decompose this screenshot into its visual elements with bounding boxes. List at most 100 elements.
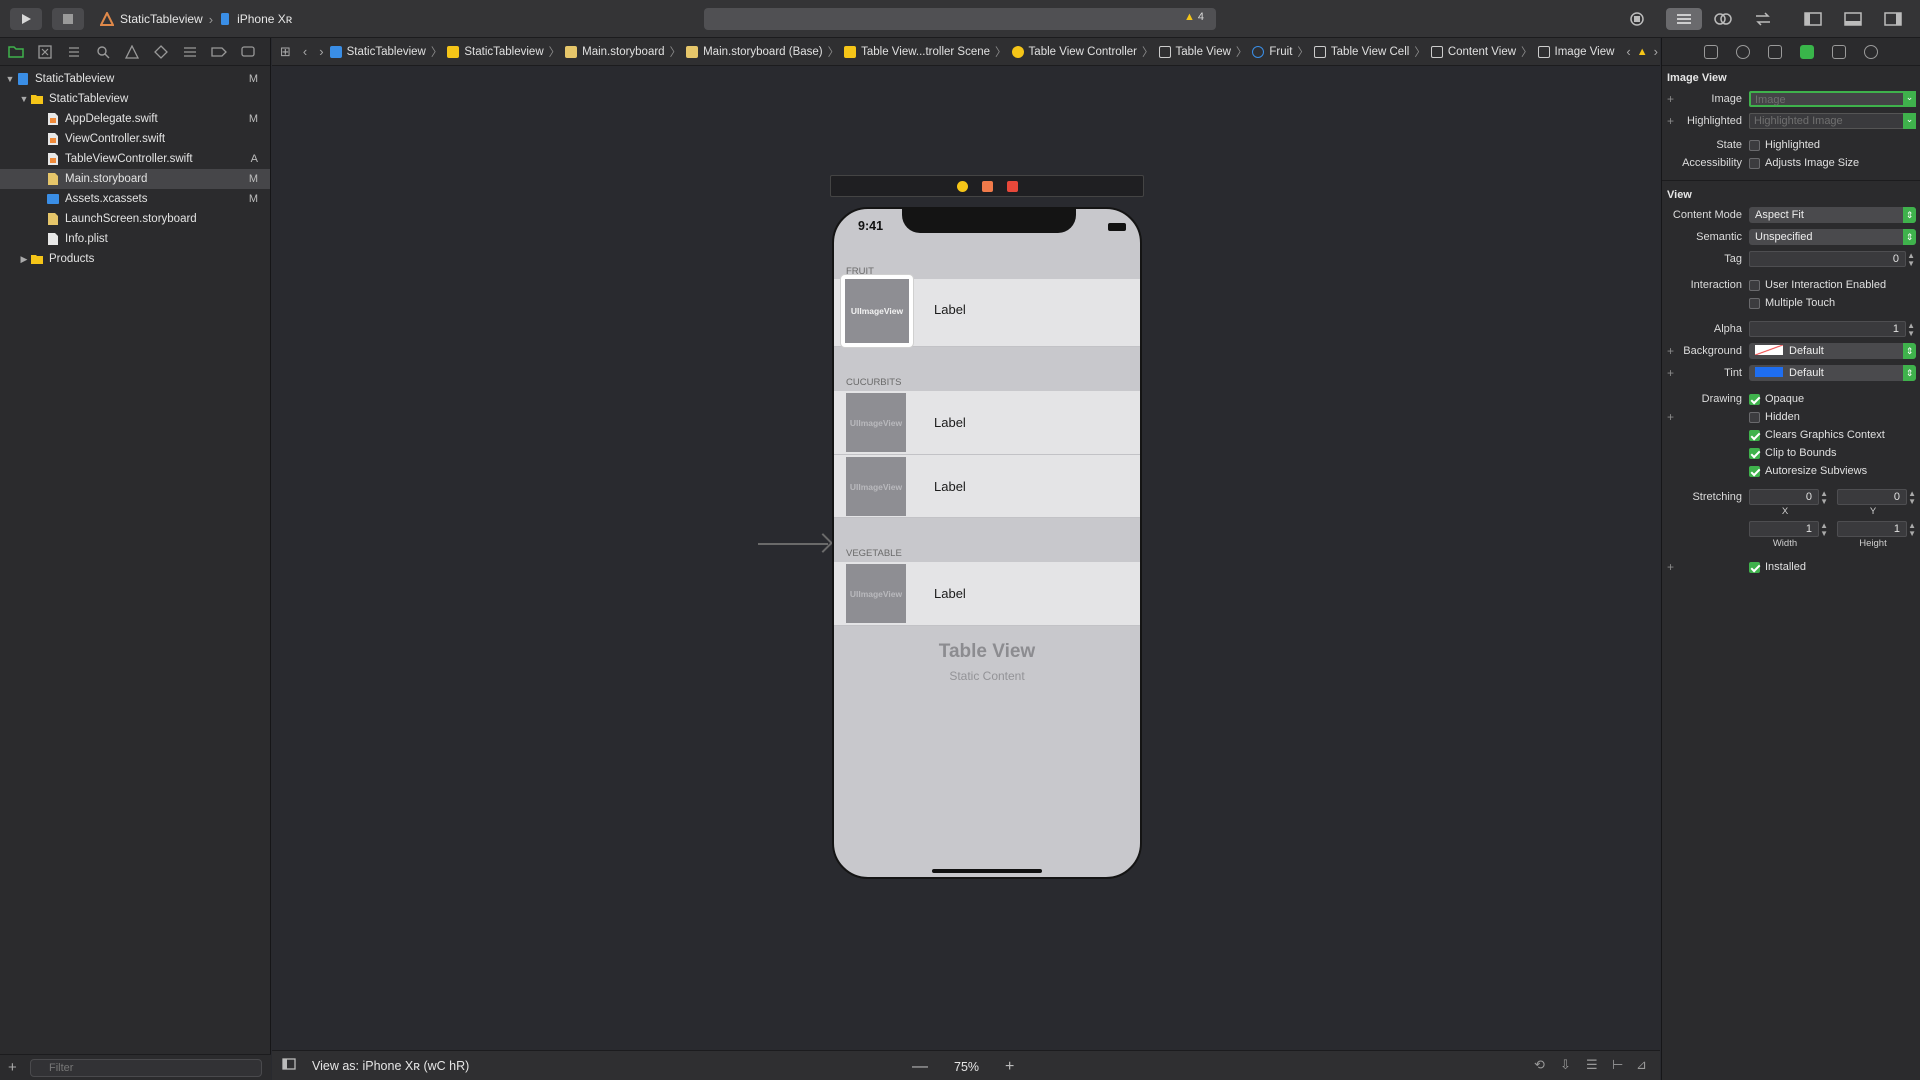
add-variation-icon[interactable]: +: [1667, 366, 1674, 380]
assistant-editor-button[interactable]: [1706, 8, 1740, 30]
toggle-navigator-button[interactable]: [1798, 8, 1828, 30]
forward-icon[interactable]: ›: [319, 44, 323, 59]
stepper-icon[interactable]: ▲ ▼: [1907, 252, 1915, 268]
disclosure-closed-icon[interactable]: ▶: [18, 254, 30, 265]
related-items-icon[interactable]: ⊞: [280, 44, 291, 60]
identity-inspector-icon[interactable]: [1768, 44, 1782, 59]
test-icon[interactable]: [152, 44, 170, 60]
back-icon[interactable]: ‹: [303, 44, 307, 59]
first-responder-icon[interactable]: [981, 180, 993, 192]
breadcrumb-item[interactable]: Main.storyboard: [565, 45, 665, 58]
breadcrumb-item[interactable]: Fruit: [1252, 45, 1292, 58]
attributes-inspector-icon[interactable]: [1800, 44, 1814, 59]
image-view[interactable]: UIImageView: [846, 457, 906, 516]
disclosure-open-icon[interactable]: ▼: [18, 94, 30, 104]
source-control-icon[interactable]: [36, 44, 54, 60]
cell-label[interactable]: Label: [934, 586, 966, 601]
filter-input[interactable]: Filter: [30, 1059, 262, 1077]
table-view-cell[interactable]: UIImageView Label: [834, 391, 1140, 455]
hidden-checkbox[interactable]: Hidden: [1749, 409, 1916, 425]
storyboard-canvas[interactable]: 9:41 FRUIT UIImageView Label CUCURBITS U…: [272, 67, 1660, 1050]
zoom-out-icon[interactable]: —: [912, 1058, 928, 1076]
tree-item-file[interactable]: LaunchScreen.storyboard: [0, 209, 270, 229]
stepper-icon[interactable]: ▲ ▼: [1907, 322, 1915, 338]
checkbox[interactable]: [1749, 279, 1760, 291]
tree-item-group[interactable]: ▶ Products: [0, 249, 270, 269]
breadcrumb-item[interactable]: Image View: [1537, 45, 1614, 58]
search-icon[interactable]: [94, 44, 112, 60]
installed-checkbox[interactable]: Installed: [1749, 559, 1916, 575]
table-view-cell[interactable]: UIImageView Label: [834, 562, 1140, 626]
checkbox-checked[interactable]: [1749, 447, 1760, 459]
breadcrumb-item[interactable]: StaticTableview: [329, 45, 426, 58]
add-variation-icon[interactable]: +: [1667, 114, 1674, 128]
highlighted-checkbox[interactable]: Highlighted: [1749, 137, 1916, 153]
section-header[interactable]: CUCURBITS: [834, 377, 1140, 388]
cell-label[interactable]: Label: [934, 302, 966, 317]
adjusts-image-size-checkbox[interactable]: Adjusts Image Size: [1749, 155, 1916, 171]
tree-item-file-selected[interactable]: Main.storyboard M: [0, 169, 270, 189]
document-outline-toggle-icon[interactable]: [282, 1058, 296, 1073]
checkbox-checked[interactable]: [1749, 393, 1760, 405]
tree-item-project[interactable]: ▼ StaticTableview M: [0, 69, 270, 89]
tree-item-file[interactable]: TableViewController.swift A: [0, 149, 270, 169]
content-mode-popup[interactable]: Aspect Fit: [1749, 207, 1916, 223]
image-view[interactable]: UIImageView: [846, 393, 906, 452]
tag-field[interactable]: 0 ▲ ▼: [1749, 251, 1915, 268]
version-editor-button[interactable]: [1746, 8, 1780, 30]
breadcrumb-item[interactable]: Table View: [1158, 45, 1231, 58]
toggle-inspector-button[interactable]: [1878, 8, 1908, 30]
view-controller-icon[interactable]: [956, 180, 968, 192]
stepper-icon[interactable]: ▲ ▼: [1820, 490, 1828, 506]
checkbox[interactable]: [1749, 297, 1760, 309]
add-variation-icon[interactable]: +: [1667, 410, 1674, 424]
highlighted-image-field[interactable]: Highlighted Image ⌄: [1749, 113, 1916, 129]
stretch-y-field[interactable]: 0 ▲ ▼: [1837, 489, 1916, 506]
embed-in-stack-icon[interactable]: ⇩: [1560, 1057, 1571, 1073]
zoom-level[interactable]: 75%: [954, 1060, 979, 1074]
stepper-icon[interactable]: ▲ ▼: [1820, 522, 1828, 538]
checkbox-checked[interactable]: [1749, 465, 1760, 477]
initial-view-controller-arrow[interactable]: [758, 543, 828, 545]
stretch-height-field[interactable]: 1 ▲ ▼: [1837, 521, 1916, 538]
breadcrumb-item[interactable]: Table View...troller Scene: [844, 45, 990, 58]
tree-item-file[interactable]: AppDelegate.swift M: [0, 109, 270, 129]
library-button[interactable]: [1624, 8, 1650, 30]
checkbox[interactable]: [1749, 411, 1760, 423]
report-icon[interactable]: [239, 44, 257, 60]
standard-editor-button[interactable]: [1666, 8, 1702, 30]
connections-inspector-icon[interactable]: [1864, 44, 1878, 59]
add-variation-icon[interactable]: +: [1667, 92, 1674, 106]
file-inspector-icon[interactable]: [1704, 44, 1718, 59]
breadcrumb-item[interactable]: Content View: [1430, 45, 1516, 58]
breadcrumb-item[interactable]: Table View Controller: [1011, 45, 1137, 58]
issue-icon[interactable]: [123, 44, 141, 60]
size-inspector-icon[interactable]: [1832, 44, 1846, 59]
tree-item-file[interactable]: Info.plist: [0, 229, 270, 249]
stop-button[interactable]: [52, 8, 84, 30]
scene-dock[interactable]: [830, 175, 1144, 197]
activity-viewer[interactable]: ▲ 4: [704, 8, 1216, 30]
stretch-x-field[interactable]: 0 ▲ ▼: [1749, 489, 1828, 506]
checkbox[interactable]: [1749, 139, 1760, 151]
tree-item-file[interactable]: Assets.xcassets M: [0, 189, 270, 209]
cell-label[interactable]: Label: [934, 415, 966, 430]
cell-label[interactable]: Label: [934, 479, 966, 494]
background-color-popup[interactable]: Default: [1749, 343, 1916, 359]
exit-icon[interactable]: [1006, 180, 1018, 192]
stepper-icon[interactable]: ▲ ▼: [1908, 522, 1916, 538]
clip-to-bounds-checkbox[interactable]: Clip to Bounds: [1749, 445, 1916, 461]
add-variation-icon[interactable]: +: [1667, 344, 1674, 358]
tree-item-file[interactable]: ViewController.swift: [0, 129, 270, 149]
checkbox-checked[interactable]: [1749, 561, 1760, 573]
image-view[interactable]: UIImageView: [846, 564, 906, 623]
previous-issue-icon[interactable]: ‹: [1626, 44, 1630, 59]
stretch-width-field[interactable]: 1 ▲ ▼: [1749, 521, 1828, 538]
add-variation-icon[interactable]: +: [1667, 560, 1674, 574]
align-icon[interactable]: ☰: [1586, 1057, 1598, 1073]
multiple-touch-checkbox[interactable]: Multiple Touch: [1749, 295, 1916, 311]
next-issue-icon[interactable]: ›: [1654, 44, 1658, 59]
debug-icon[interactable]: [181, 44, 199, 60]
toggle-debug-area-button[interactable]: [1838, 8, 1868, 30]
resolve-issues-icon[interactable]: ⊿: [1636, 1057, 1647, 1073]
